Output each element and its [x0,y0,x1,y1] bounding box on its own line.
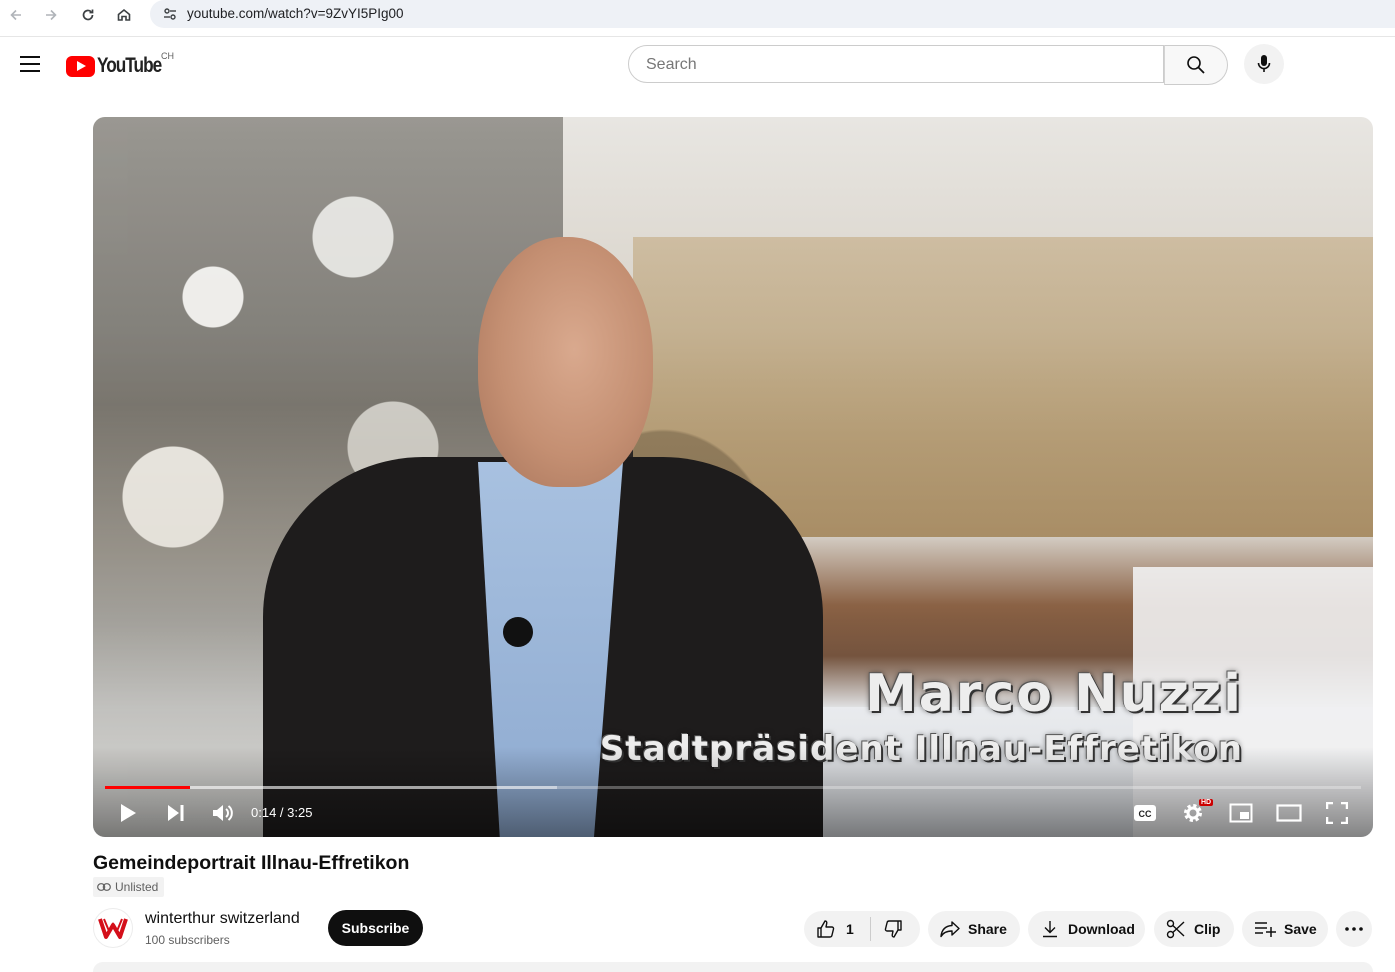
unlisted-label: Unlisted [115,880,159,894]
channel-name[interactable]: winterthur switzerland [145,910,300,928]
more-actions-button[interactable] [1336,911,1372,947]
reload-icon[interactable] [75,2,101,28]
share-icon [940,921,960,938]
miniplayer-button[interactable] [1227,800,1255,826]
save-label: Save [1284,921,1317,937]
hd-badge: HD [1199,799,1214,806]
progress-bar[interactable] [105,786,1361,789]
logo-text: YouTube [97,54,162,77]
play-icon [121,804,136,822]
link-icon [97,883,111,891]
dislike-button[interactable] [883,919,903,939]
home-icon[interactable] [111,2,137,28]
microphone-icon [1257,55,1271,72]
playlist-add-icon [1255,922,1276,937]
channel-logo-icon [98,918,128,939]
download-button[interactable]: Download [1028,911,1145,947]
search-box[interactable] [628,45,1164,83]
theater-mode-button[interactable] [1274,800,1304,826]
volume-icon [213,805,233,821]
svg-text:CC: CC [1139,809,1152,819]
like-divider [869,917,871,941]
search-input[interactable] [644,55,1148,75]
fullscreen-icon [1326,802,1348,824]
save-button[interactable]: Save [1242,911,1328,947]
scissors-icon [1166,919,1185,939]
browser-divider [0,36,1395,37]
site-settings-icon[interactable] [162,6,178,22]
theater-icon [1276,804,1302,822]
like-button[interactable]: 1 [804,919,854,939]
share-label: Share [968,921,1007,937]
address-bar[interactable]: youtube.com/watch?v=9ZvYI5PIg00 [150,0,1395,28]
captions-button[interactable]: CC [1131,800,1159,826]
share-button[interactable]: Share [928,911,1020,947]
download-label: Download [1068,921,1135,937]
forward-icon[interactable] [38,2,64,28]
menu-icon[interactable] [20,56,40,72]
clip-label: Clip [1194,921,1221,937]
lapel-microphone [503,617,533,647]
thumbs-down-icon [884,920,902,938]
clip-button[interactable]: Clip [1154,911,1234,947]
lower-third-name: Marco Nuzzi [864,664,1243,724]
search-button[interactable] [1164,45,1228,85]
voice-search-button[interactable] [1244,44,1284,84]
play-button[interactable] [115,800,141,826]
channel-avatar[interactable] [93,908,133,948]
search-icon [1187,56,1205,74]
youtube-logo[interactable]: YouTube [66,54,175,78]
description-box[interactable] [93,962,1373,972]
volume-button[interactable] [209,800,237,826]
youtube-play-icon [66,55,95,77]
more-horizontal-icon [1345,927,1363,931]
miniplayer-icon [1229,803,1253,823]
subscribe-button[interactable]: Subscribe [328,910,423,946]
progress-played [105,786,191,789]
time-display: 0:14 / 3:25 [251,805,313,820]
download-icon [1043,921,1057,938]
video-title: Gemeindeportrait Illnau-Effretikon [93,852,410,874]
next-button[interactable] [163,800,189,826]
unlisted-badge: Unlisted [93,877,165,897]
like-count: 1 [846,921,854,937]
browser-toolbar: youtube.com/watch?v=9ZvYI5PIg00 [0,0,1395,30]
video-player[interactable]: Marco Nuzzi Stadtpräsident Illnau-Effret… [93,117,1373,837]
back-icon[interactable] [3,2,29,28]
next-icon [168,805,184,821]
subscriber-count: 100 subscribers [145,933,230,947]
url-text[interactable]: youtube.com/watch?v=9ZvYI5PIg00 [187,6,404,21]
like-dislike-group: 1 [804,911,920,947]
thumbs-up-icon [817,920,835,938]
video-person-head [478,237,653,487]
captions-icon: CC [1134,805,1156,821]
fullscreen-button[interactable] [1323,800,1351,826]
country-code: CH [161,51,174,61]
